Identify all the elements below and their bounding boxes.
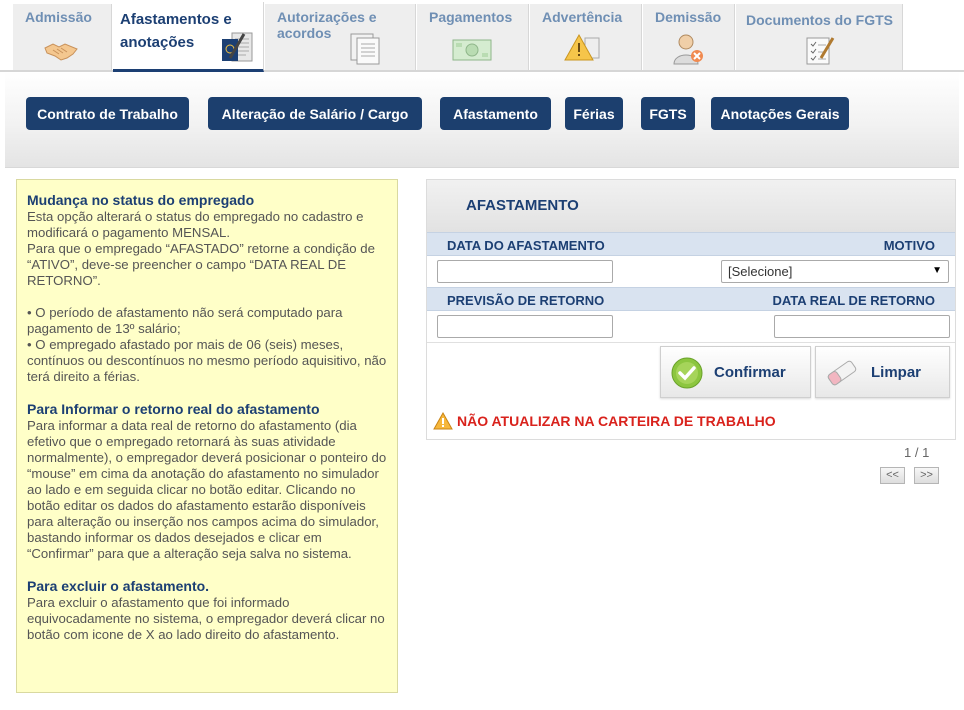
data-real-retorno-input[interactable]	[774, 315, 950, 338]
motivo-label: MOTIVO	[883, 238, 935, 253]
tab-demissao[interactable]: Demissão	[643, 4, 735, 70]
info-excluir-title: Para excluir o afastamento.	[27, 578, 210, 594]
form-header: AFASTAMENTO	[427, 180, 955, 232]
contrato-trabalho-button[interactable]: Contrato de Trabalho	[26, 97, 189, 130]
limpar-button[interactable]: Limpar	[815, 346, 950, 398]
form-title: AFASTAMENTO	[466, 197, 579, 214]
afastamento-form: AFASTAMENTO DATA DO AFASTAMENTO MOTIVO […	[426, 179, 956, 440]
info-bullet: • O período de afastamento não será comp…	[27, 305, 343, 336]
divider	[427, 342, 955, 343]
confirmar-label: Confirmar	[714, 364, 786, 381]
info-retorno-title: Para Informar o retorno real do afastame…	[27, 401, 320, 417]
data-real-retorno-label: DATA REAL DE RETORNO	[772, 293, 935, 308]
motivo-selected-value: [Selecione]	[728, 264, 793, 279]
tab-label: Admissão	[25, 9, 92, 25]
warning-text: NÃO ATUALIZAR NA CARTEIRA DE TRABALHO	[457, 413, 776, 429]
tab-admissao[interactable]: Admissão	[13, 4, 112, 70]
tab-afastamentos[interactable]: Afastamentos e anotações	[113, 2, 264, 72]
warning-sign-icon	[564, 33, 600, 61]
data-afastamento-label: DATA DO AFASTAMENTO	[447, 238, 605, 253]
checklist-icon	[806, 37, 835, 65]
tab-autorizacoes[interactable]: Autorizações e acordos	[265, 4, 416, 70]
page-count: 1 / 1	[904, 445, 930, 460]
main-tabs: Admissão Afastamentos e anotações Autori…	[0, 0, 964, 72]
check-icon	[671, 357, 703, 389]
money-icon	[452, 39, 492, 61]
info-excluir-text: Para excluir o afastamento que foi infor…	[27, 595, 385, 642]
subnav-bar: Contrato de Trabalho Alteração de Salári…	[5, 72, 959, 168]
prev-page-button[interactable]: <<	[880, 467, 905, 484]
tab-label: Advertência	[542, 9, 623, 25]
motivo-select[interactable]: [Selecione] ▼	[721, 260, 949, 283]
info-retorno-text: Para informar a data real de retorno do …	[27, 418, 387, 561]
alteracao-salario-button[interactable]: Alteração de Salário / Cargo	[208, 97, 422, 130]
info-bullet: • O empregado afastado por mais de 06 (s…	[27, 337, 387, 384]
tab-label: Documentos do FGTS	[746, 12, 893, 28]
info-panel: Mudança no status do empregado Esta opçã…	[16, 179, 398, 693]
tab-documentos-fgts[interactable]: Documentos do FGTS	[736, 4, 903, 70]
limpar-label: Limpar	[871, 364, 922, 381]
tab-pagamentos[interactable]: Pagamentos	[417, 4, 529, 70]
fgts-button[interactable]: FGTS	[641, 97, 695, 130]
handshake-icon	[44, 43, 78, 61]
tab-label: Pagamentos	[429, 9, 513, 25]
documents-icon	[350, 33, 380, 65]
tab-label: Demissão	[655, 9, 722, 25]
previsao-retorno-input[interactable]	[437, 315, 613, 338]
afastamento-button[interactable]: Afastamento	[440, 97, 551, 130]
tab-advertencia[interactable]: Advertência	[530, 4, 642, 70]
confirmar-button[interactable]: Confirmar	[660, 346, 811, 398]
info-status-text: Esta opção alterará o status do empregad…	[27, 209, 364, 240]
dropdown-arrow-icon: ▼	[932, 265, 942, 276]
info-status-text: Para que o empregado “AFASTADO” retorne …	[27, 241, 375, 288]
label-row-2: PREVISÃO DE RETORNO DATA REAL DE RETORNO	[427, 287, 955, 311]
ferias-button[interactable]: Férias	[565, 97, 623, 130]
warning-message: NÃO ATUALIZAR NA CARTEIRA DE TRABALHO	[433, 412, 776, 430]
person-remove-icon	[673, 34, 703, 65]
eraser-icon	[827, 360, 857, 386]
warning-icon	[433, 412, 453, 430]
label-row-1: DATA DO AFASTAMENTO MOTIVO	[427, 232, 955, 256]
previsao-retorno-label: PREVISÃO DE RETORNO	[447, 293, 605, 308]
data-afastamento-input[interactable]	[437, 260, 613, 283]
passport-pen-icon	[222, 32, 253, 62]
anotacoes-gerais-button[interactable]: Anotações Gerais	[711, 97, 849, 130]
info-status-title: Mudança no status do empregado	[27, 192, 255, 208]
next-page-button[interactable]: >>	[914, 467, 939, 484]
